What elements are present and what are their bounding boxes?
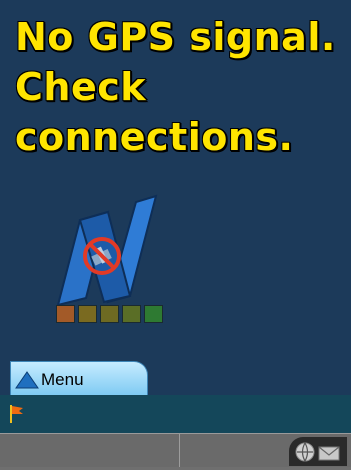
triangle-up-icon	[15, 370, 39, 388]
left-softkey[interactable]	[8, 434, 180, 467]
menu-button[interactable]: Menu	[10, 361, 148, 397]
system-tray[interactable]	[289, 437, 347, 466]
signal-bar-5	[144, 305, 163, 323]
main-view: No GPS signal. Check connections. Menu	[0, 0, 351, 397]
globe-icon[interactable]	[295, 442, 315, 462]
flag-icon[interactable]	[10, 405, 24, 423]
mail-icon[interactable]	[318, 446, 340, 461]
signal-bar-2	[78, 305, 97, 323]
signal-strength-bars	[56, 305, 163, 323]
signal-bar-1	[56, 305, 75, 323]
gps-status-message: No GPS signal. Check connections.	[15, 12, 345, 162]
app-screen: No GPS signal. Check connections. Menu	[0, 0, 351, 467]
status-line-2: Check	[15, 65, 147, 109]
signal-bar-4	[122, 305, 141, 323]
right-softkey[interactable]	[181, 434, 291, 467]
menu-label: Menu	[41, 369, 84, 389]
signal-bar-3	[100, 305, 119, 323]
status-line-1: No GPS signal.	[15, 15, 336, 59]
status-strip	[0, 395, 351, 433]
status-line-3: connections.	[15, 115, 294, 159]
